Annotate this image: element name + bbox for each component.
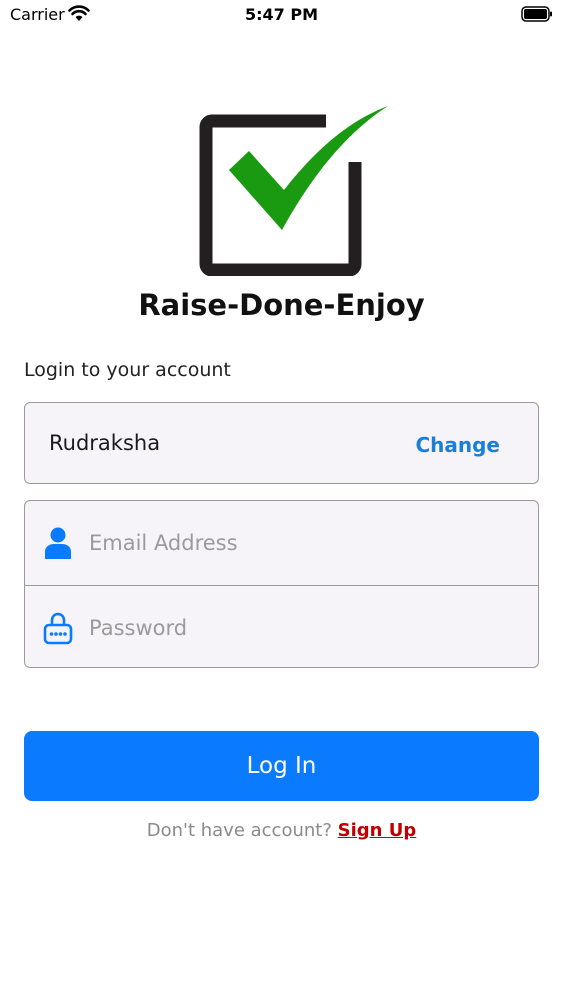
app-logo-checkbox-icon <box>199 106 388 276</box>
login-heading: Login to your account <box>24 359 231 381</box>
lock-icon <box>43 612 73 645</box>
account-selector: Rudraksha Change <box>24 402 539 484</box>
status-bar: Carrier 5:47 PM <box>0 0 563 30</box>
password-row <box>25 585 538 667</box>
status-time: 5:47 PM <box>244 5 318 24</box>
app-title: Raise-Done-Enjoy <box>138 288 425 322</box>
email-row <box>25 501 538 585</box>
battery-icon <box>521 6 552 22</box>
signup-link[interactable]: Sign Up <box>338 820 417 841</box>
login-button[interactable]: Log In <box>24 731 539 801</box>
signup-prompt: Don't have account? <box>146 820 332 841</box>
signup-line: Don't have account? Sign Up <box>0 820 563 841</box>
account-name: Rudraksha <box>49 431 161 455</box>
password-input[interactable] <box>89 608 509 648</box>
credentials-form <box>24 500 539 668</box>
user-icon <box>45 527 71 559</box>
change-account-link[interactable]: Change <box>415 433 500 457</box>
email-input[interactable] <box>89 523 509 563</box>
